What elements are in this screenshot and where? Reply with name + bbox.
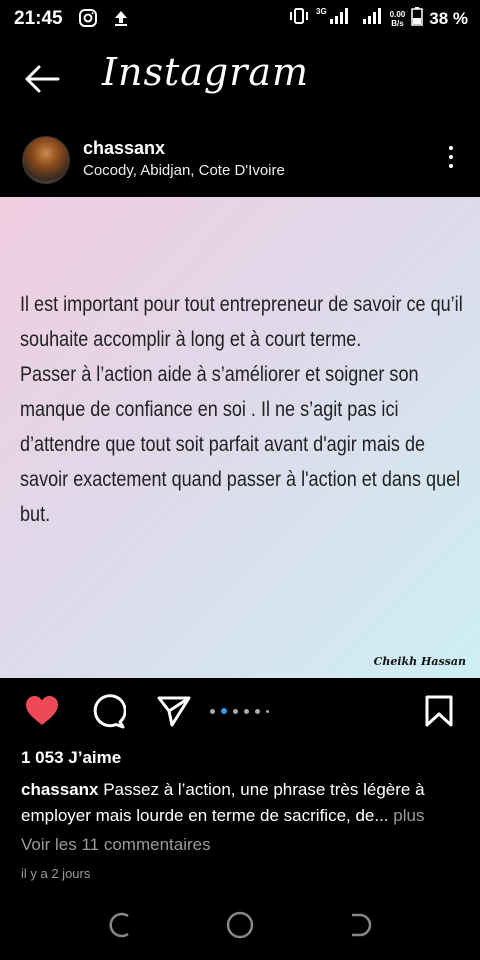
network-speed: 0.00 B/s [389, 9, 406, 28]
share-icon[interactable] [156, 694, 192, 733]
quote-paragraph-1: Il est important pour tout entrepreneur … [20, 293, 463, 351]
caption-username[interactable]: chassanx [21, 780, 99, 799]
heart-icon[interactable] [24, 694, 60, 733]
carousel-dot-active [221, 708, 227, 714]
post-timestamp: il y a 2 jours [21, 866, 91, 881]
battery-icon [411, 6, 423, 31]
instagram-icon [78, 8, 98, 33]
carousel-dot [255, 708, 260, 714]
system-nav-bar [0, 905, 480, 945]
caption-more-link[interactable]: plus [389, 806, 424, 825]
battery-level: 38 % [429, 8, 468, 28]
upload-icon [112, 8, 130, 33]
post-actions [0, 686, 480, 738]
image-quote: Il est important pour tout entrepreneur … [20, 287, 467, 532]
carousel-indicator [210, 708, 269, 714]
app-logo: Instagram [102, 50, 310, 94]
home-icon[interactable] [226, 911, 254, 944]
carousel-dot [266, 709, 269, 713]
top-bar: Instagram [0, 38, 480, 120]
clock: 21:45 [14, 8, 63, 29]
view-comments-link[interactable]: Voir les 11 commentaires [21, 835, 211, 855]
post-username[interactable]: chassanx [83, 138, 165, 159]
bookmark-icon[interactable] [424, 694, 454, 733]
svg-text:3G: 3G [316, 7, 327, 16]
carousel-dot [233, 708, 238, 714]
signal-2-icon [362, 6, 384, 31]
recent-apps-icon[interactable] [106, 911, 134, 944]
post-image[interactable]: Il est important pour tout entrepreneur … [0, 197, 480, 678]
image-signature: Cheikh Hassan [373, 655, 466, 668]
vibrate-icon [288, 7, 310, 30]
back-arrow-icon[interactable] [24, 64, 60, 99]
carousel-dot [210, 708, 215, 714]
avatar[interactable] [22, 136, 70, 184]
status-bar: 21:45 3G 0.00 B/s 38 % [0, 0, 480, 38]
comment-icon[interactable] [90, 694, 127, 735]
carousel-dot [244, 708, 249, 714]
more-icon[interactable] [448, 146, 454, 173]
signal-icon: 3G [316, 6, 356, 31]
back-nav-icon[interactable] [346, 911, 374, 944]
post-caption: chassanx Passez à l’action, une phrase t… [21, 777, 461, 829]
like-count[interactable]: 1 053 J’aime [21, 748, 121, 768]
post-header: chassanx Cocody, Abidjan, Cote D'Ivoire [0, 128, 480, 192]
quote-paragraph-2: Passer à l’action aide à s’améliorer et … [20, 363, 461, 526]
post-location[interactable]: Cocody, Abidjan, Cote D'Ivoire [83, 162, 285, 179]
